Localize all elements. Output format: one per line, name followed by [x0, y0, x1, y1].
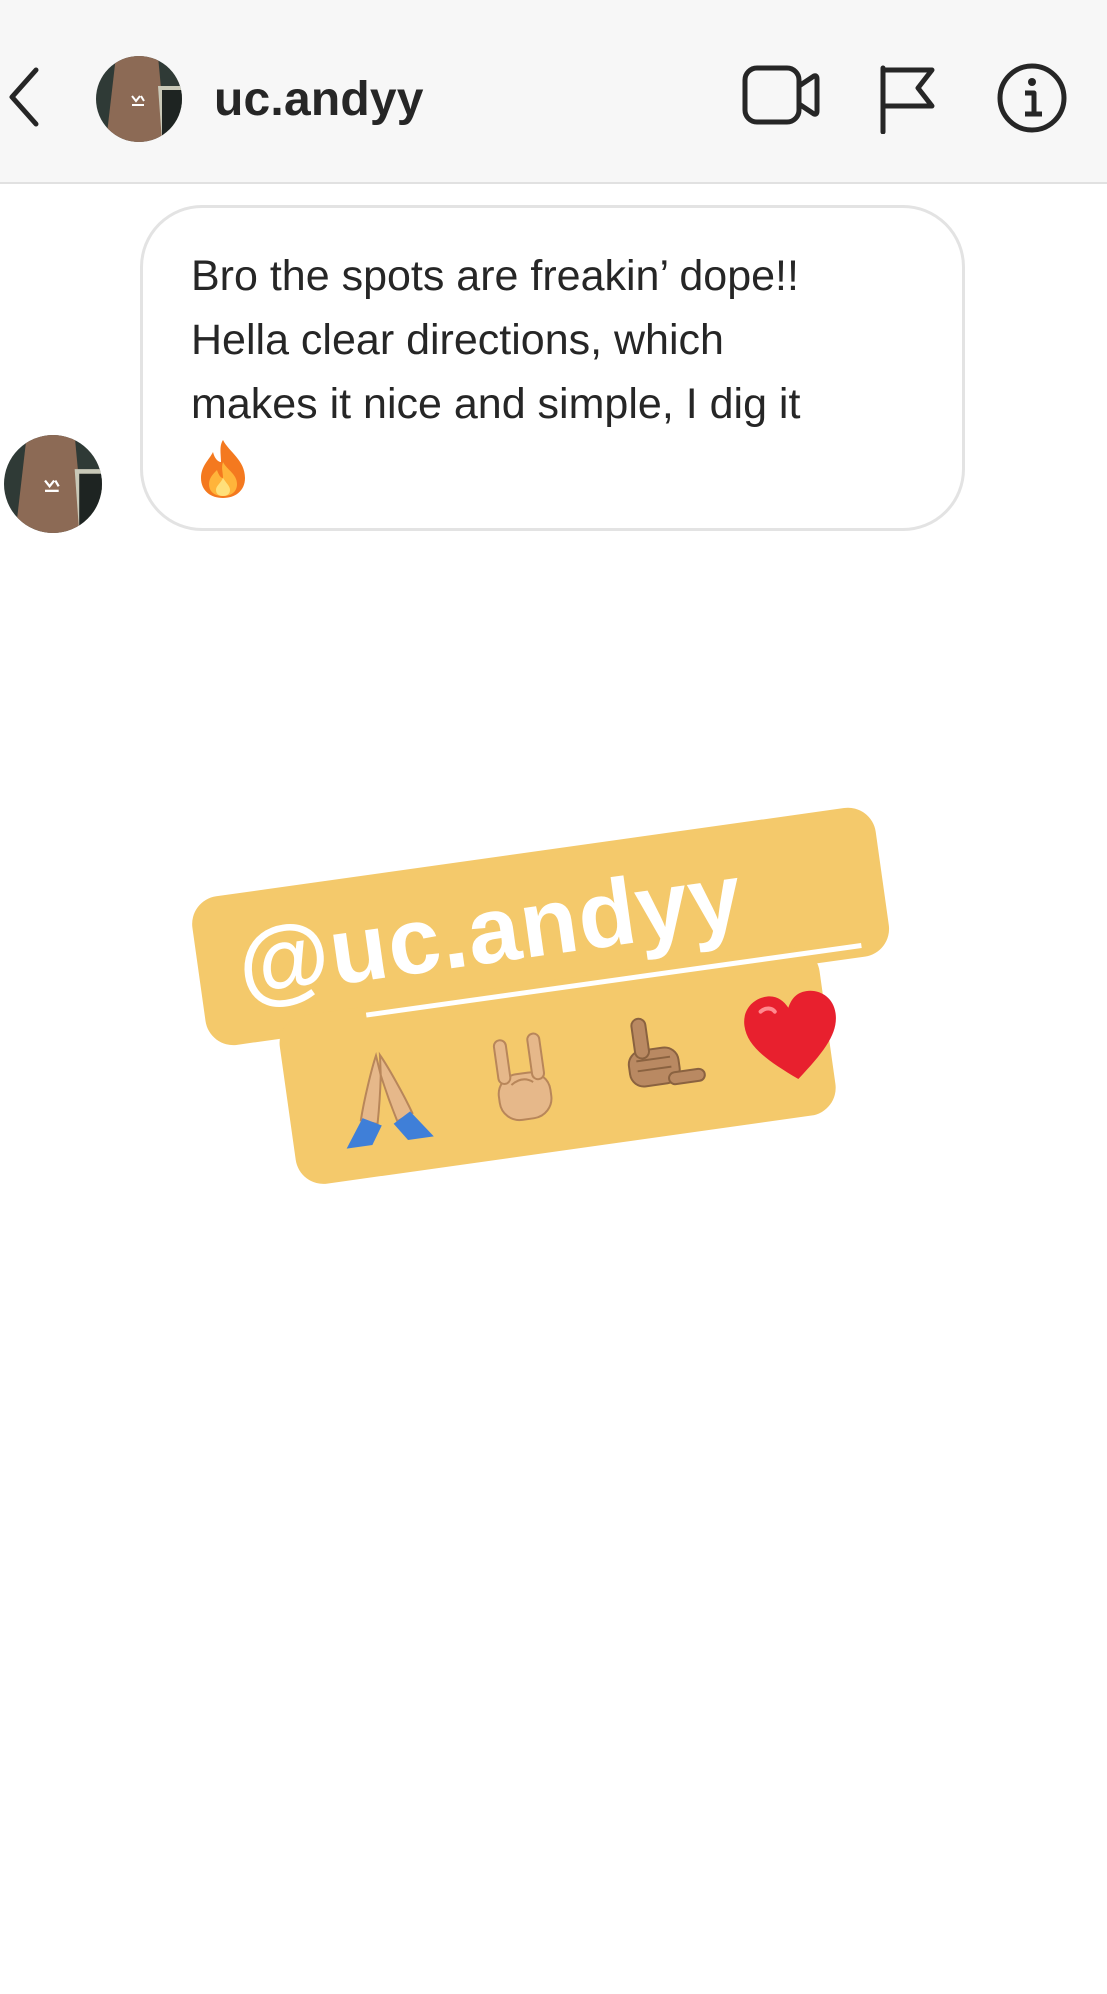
- folded-hands-emoji: [319, 1023, 447, 1157]
- info-icon[interactable]: [996, 62, 1068, 134]
- chat-header: uc.andyy: [0, 0, 1107, 184]
- video-call-icon[interactable]: [742, 64, 820, 126]
- red-heart-emoji: [728, 965, 856, 1099]
- mention-sticker[interactable]: @uc.andyy: [180, 743, 932, 1256]
- sender-avatar[interactable]: [4, 435, 102, 533]
- fire-emoji: [201, 440, 245, 498]
- flag-icon[interactable]: [878, 64, 936, 134]
- chat-username[interactable]: uc.andyy: [214, 72, 424, 127]
- avatar[interactable]: [96, 56, 182, 142]
- back-icon[interactable]: [4, 64, 44, 130]
- message-emoji-line: [191, 438, 914, 502]
- message-bubble[interactable]: Bro the spots are freakin’ dope!! Hella …: [140, 205, 965, 531]
- call-me-hand-emoji: [591, 984, 719, 1118]
- rock-on-emoji: [455, 1004, 583, 1138]
- message-text: Bro the spots are freakin’ dope!! Hella …: [191, 252, 801, 428]
